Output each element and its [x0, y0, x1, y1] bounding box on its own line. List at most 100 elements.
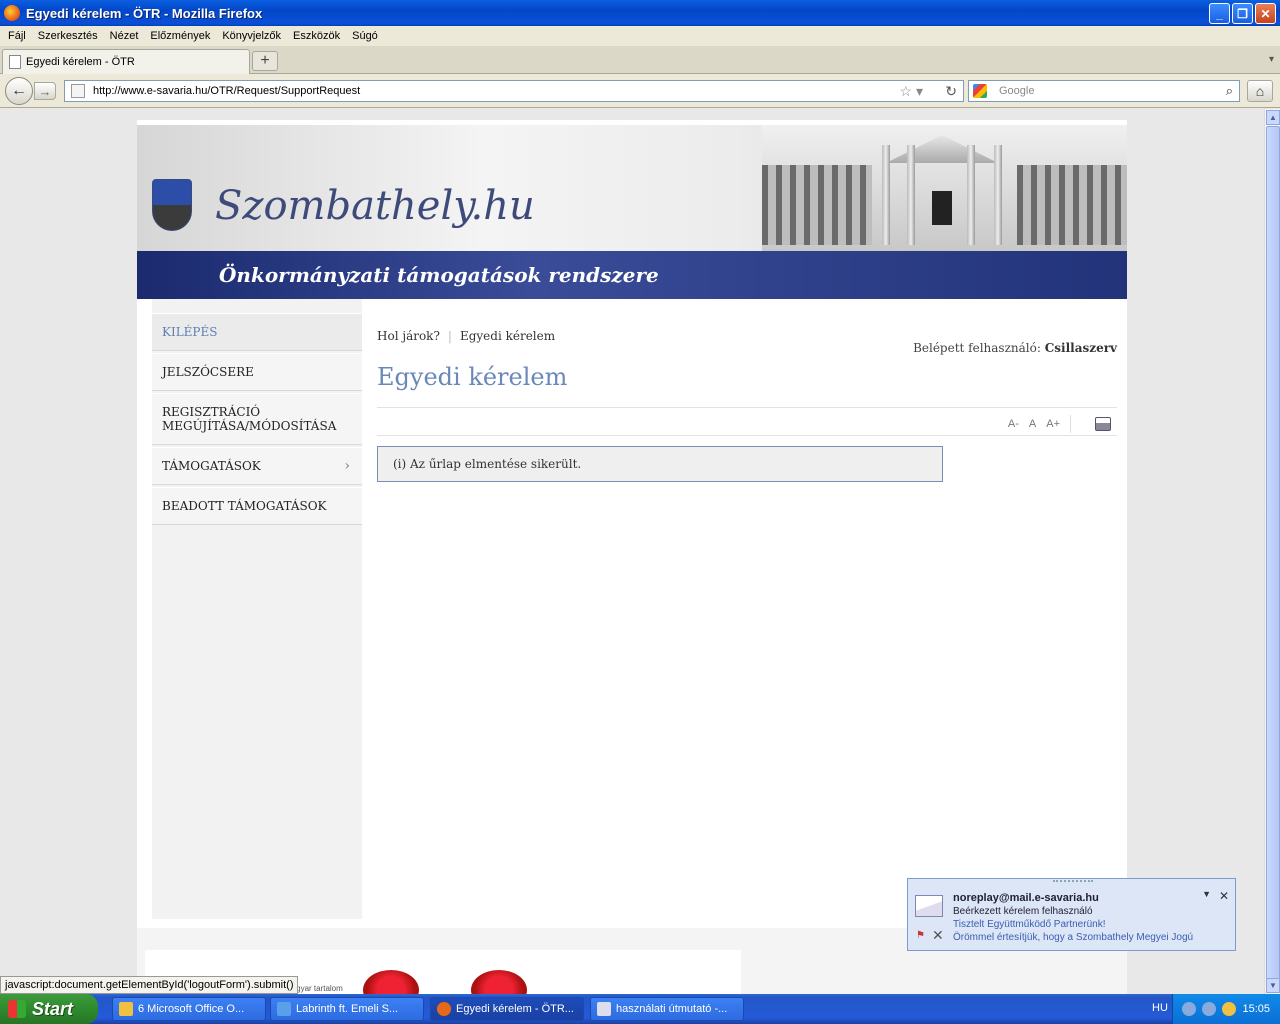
- breadcrumb-prefix: Hol járok?: [377, 329, 440, 343]
- ie-icon: [277, 1002, 291, 1016]
- tab-list-chevron-icon[interactable]: ▾: [1269, 54, 1274, 65]
- font-increase-button[interactable]: A+: [1046, 418, 1060, 430]
- font-decrease-button[interactable]: A-: [1008, 418, 1019, 430]
- outlook-tray-icon[interactable]: [1222, 1002, 1237, 1016]
- menu-file[interactable]: Fájl: [2, 30, 32, 42]
- scroll-down-icon[interactable]: ▼: [1266, 978, 1280, 993]
- network-icon[interactable]: [1202, 1002, 1217, 1016]
- scroll-up-icon[interactable]: ▲: [1266, 110, 1280, 125]
- building-column: [907, 145, 915, 245]
- tab-bar: Egyedi kérelem - ÖTR + ▾: [0, 46, 1280, 74]
- google-icon[interactable]: [973, 84, 987, 98]
- back-button[interactable]: ←: [5, 77, 33, 105]
- font-reset-button[interactable]: A: [1029, 418, 1036, 430]
- success-message: (i) Az űrlap elmentése sikerült.: [377, 446, 943, 482]
- user-label: Belépett felhasználó:: [913, 341, 1041, 355]
- tab-egyedi-kerelem[interactable]: Egyedi kérelem - ÖTR: [2, 49, 250, 74]
- taskbar-item-label: használati útmutató -...: [616, 1003, 728, 1015]
- sidebar-item-label: KILÉPÉS: [162, 325, 218, 339]
- sidebar-item-label: TÁMOGATÁSOK: [162, 459, 261, 473]
- notification-line-1[interactable]: Tisztelt Együttműködő Partnerünk!: [953, 919, 1105, 930]
- clock[interactable]: 15:05: [1242, 1003, 1270, 1015]
- close-button[interactable]: ✕: [1255, 3, 1276, 24]
- search-input[interactable]: Google ⌕: [968, 80, 1240, 102]
- bookmark-star-icon[interactable]: ☆ ▾: [900, 83, 923, 100]
- window-title-bar: Egyedi kérelem - ÖTR - Mozilla Firefox _…: [0, 0, 1280, 26]
- page-container: Szombathely.hu Önkormányzati támogatások…: [137, 120, 1127, 994]
- scrollbar-thumb[interactable]: [1266, 126, 1280, 990]
- delete-icon[interactable]: ✕: [932, 927, 944, 944]
- firefox-icon: [4, 5, 20, 21]
- building-column: [994, 145, 1002, 245]
- menu-view[interactable]: Nézet: [104, 30, 145, 42]
- site-identity-icon[interactable]: [71, 84, 85, 98]
- notification-sender: noreplay@mail.e-savaria.hu: [953, 892, 1099, 904]
- site-logo[interactable]: Szombathely.hu: [215, 183, 535, 229]
- taskbar-item-word[interactable]: használati útmutató -...: [590, 997, 744, 1021]
- taskbar-item-office[interactable]: 6 Microsoft Office O...: [112, 997, 266, 1021]
- menu-tools[interactable]: Eszközök: [287, 30, 346, 42]
- sidebar-item-supports[interactable]: TÁMOGATÁSOK ›: [152, 447, 362, 485]
- forward-button[interactable]: →: [34, 82, 56, 100]
- building-column: [967, 145, 975, 245]
- menu-bookmarks[interactable]: Könyvjelzők: [216, 30, 287, 42]
- notification-line-2[interactable]: Örömmel értesítjük, hogy a Szombathely M…: [953, 932, 1193, 943]
- page-viewport: Szombathely.hu Önkormányzati támogatások…: [0, 109, 1264, 994]
- award-badge-icon[interactable]: [363, 970, 419, 994]
- reload-icon[interactable]: ↻: [945, 83, 957, 100]
- windows-logo-icon: [8, 1000, 26, 1018]
- divider: [377, 407, 1117, 408]
- sidebar: KILÉPÉS JELSZÓCSERE REGISZTRÁCIÓ MEGÚJÍT…: [152, 299, 362, 919]
- new-tab-button[interactable]: +: [252, 51, 278, 71]
- minimize-button[interactable]: _: [1209, 3, 1230, 24]
- taskbar-item-firefox[interactable]: Egyedi kérelem - ÖTR...: [430, 997, 584, 1021]
- building-wing-right: [1017, 165, 1127, 245]
- breadcrumb-current[interactable]: Egyedi kérelem: [460, 329, 555, 343]
- menu-edit[interactable]: Szerkesztés: [32, 30, 104, 42]
- print-icon[interactable]: [1095, 417, 1111, 431]
- options-chevron-down-icon[interactable]: ▼: [1202, 889, 1211, 899]
- flag-icon[interactable]: ⚑: [916, 930, 925, 941]
- page-tools: A- A A+: [1008, 415, 1111, 433]
- window-title: Egyedi kérelem - ÖTR - Mozilla Firefox: [26, 5, 263, 21]
- sidebar-item-logout[interactable]: KILÉPÉS: [152, 313, 362, 351]
- start-button[interactable]: Start: [0, 994, 98, 1024]
- site-subtitle: Önkormányzati támogatások rendszere: [137, 251, 1127, 299]
- divider: [377, 435, 1117, 436]
- search-placeholder: Google: [999, 85, 1035, 97]
- url-bar[interactable]: http://www.e-savaria.hu/OTR/Request/Supp…: [64, 80, 964, 102]
- taskbar-item-label: Egyedi kérelem - ÖTR...: [456, 1003, 574, 1015]
- tab-label: Egyedi kérelem - ÖTR: [26, 56, 135, 68]
- system-tray: 15:05: [1172, 994, 1280, 1024]
- sidebar-item-password-change[interactable]: JELSZÓCSERE: [152, 353, 362, 391]
- menu-bar: Fájl Szerkesztés Nézet Előzmények Könyvj…: [0, 26, 1280, 46]
- mail-notification[interactable]: noreplay@mail.e-savaria.hu Beérkezett ké…: [907, 878, 1236, 951]
- logged-in-user: Belépett felhasználó: Csillaszerv: [913, 341, 1117, 355]
- start-label: Start: [32, 998, 74, 1019]
- taskbar-item-labrinth[interactable]: Labrinth ft. Emeli S...: [270, 997, 424, 1021]
- home-button[interactable]: ⌂: [1247, 80, 1273, 102]
- building-roof: [886, 135, 998, 163]
- language-indicator[interactable]: HU: [1152, 1002, 1168, 1014]
- drag-handle[interactable]: [1053, 880, 1093, 884]
- close-icon[interactable]: ✕: [1219, 889, 1229, 903]
- coat-of-arms-icon: [152, 179, 192, 231]
- sidebar-item-submitted-supports[interactable]: BEADOTT TÁMOGATÁSOK: [152, 487, 362, 525]
- building-wing-left: [762, 165, 872, 245]
- vertical-scrollbar[interactable]: ▲ ▼: [1264, 109, 1280, 994]
- menu-help[interactable]: Súgó: [346, 30, 384, 42]
- taskbar: Start 6 Microsoft Office O... Labrinth f…: [0, 994, 1280, 1024]
- window-controls: _ ❐ ✕: [1209, 3, 1276, 24]
- sidebar-item-label: BEADOTT TÁMOGATÁSOK: [162, 499, 327, 513]
- menu-history[interactable]: Előzmények: [144, 30, 216, 42]
- page-icon: [9, 55, 21, 69]
- sidebar-item-registration[interactable]: REGISZTRÁCIÓ MEGÚJÍTÁSA/MÓDOSÍTÁSA: [152, 393, 362, 445]
- building-door: [932, 191, 952, 225]
- taskbar-item-label: 6 Microsoft Office O...: [138, 1003, 245, 1015]
- award-badge-icon[interactable]: [471, 970, 527, 994]
- tray-expand-icon[interactable]: [1182, 1002, 1197, 1016]
- maximize-button[interactable]: ❐: [1232, 3, 1253, 24]
- envelope-icon: [915, 895, 943, 917]
- status-url: javascript:document.getElementById('logo…: [0, 976, 299, 994]
- search-icon[interactable]: ⌕: [1226, 83, 1233, 99]
